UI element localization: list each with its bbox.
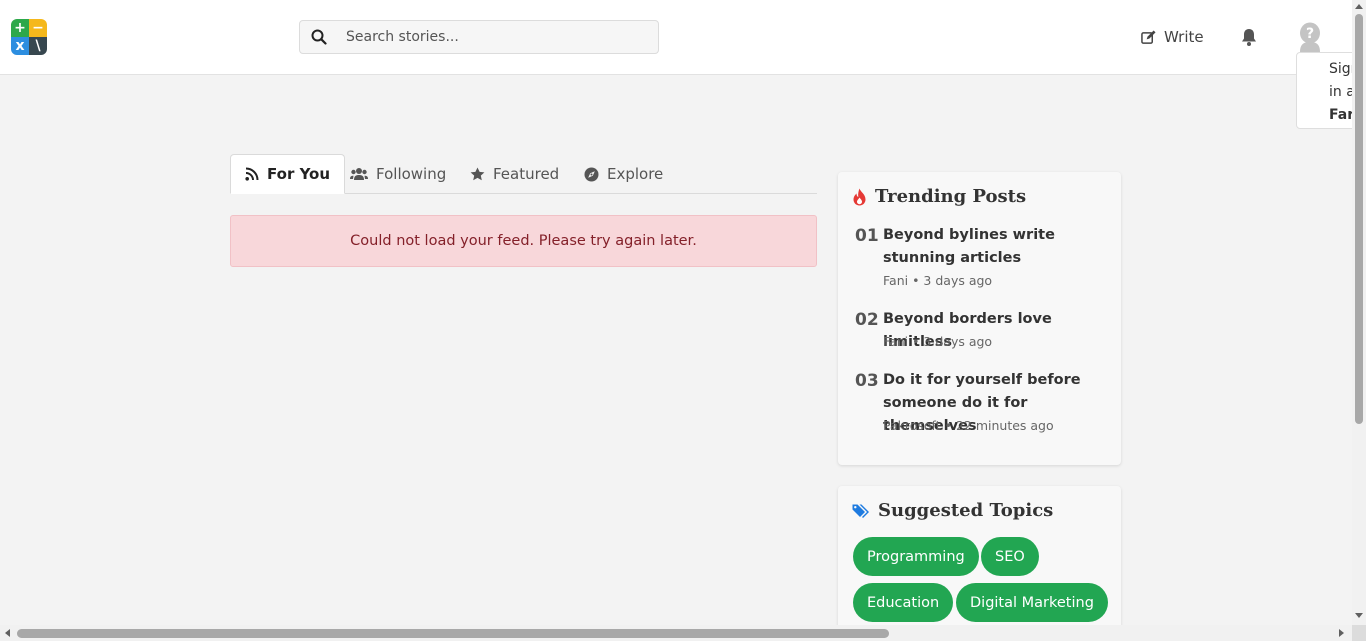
tab-label: For You <box>267 165 331 183</box>
topic-chip-programming[interactable]: Programming <box>853 537 979 576</box>
scroll-left-arrow[interactable] <box>5 629 10 637</box>
scroll-up-arrow[interactable] <box>1355 4 1363 9</box>
tab-label: Featured <box>493 165 560 183</box>
search-input[interactable] <box>346 21 646 53</box>
bell-icon[interactable] <box>1239 27 1259 47</box>
users-icon <box>350 168 368 180</box>
topics-title: Suggested Topics <box>878 500 1054 521</box>
suggested-topics-card: Suggested Topics Programming SEO Educati… <box>838 486 1121 641</box>
scrollbar-corner <box>1352 625 1366 641</box>
horizontal-scrollbar[interactable] <box>0 625 1352 641</box>
topics-header: Suggested Topics <box>852 500 1053 521</box>
search-box[interactable] <box>299 20 659 54</box>
trending-post-meta: Fani • 3 days ago <box>883 334 993 349</box>
write-button[interactable]: Write <box>1141 26 1204 48</box>
tab-label: Following <box>376 165 447 183</box>
trending-item[interactable]: 01 Beyond bylines write stunning article… <box>855 224 1115 294</box>
write-label: Write <box>1164 28 1204 46</box>
logo-times: x <box>11 37 29 55</box>
top-header: + − x \ Write ? <box>0 0 1352 75</box>
feed-tabs: For You Following Featured Explore <box>230 154 817 194</box>
logo-plus: + <box>11 19 29 37</box>
trending-posts-card: Trending Posts 01 Beyond bylines write s… <box>838 172 1121 465</box>
star-icon <box>470 167 485 181</box>
trending-rank: 02 <box>855 310 879 330</box>
horizontal-scroll-thumb[interactable] <box>17 629 889 638</box>
topic-chip-digital-marketing[interactable]: Digital Marketing <box>956 583 1108 622</box>
trending-header: Trending Posts <box>852 186 1026 207</box>
scroll-right-arrow[interactable] <box>1339 629 1344 637</box>
feed-error-alert: Could not load your feed. Please try aga… <box>230 215 817 267</box>
tab-explore[interactable]: Explore <box>584 154 663 194</box>
fire-icon <box>853 188 866 205</box>
logo-minus: − <box>29 19 47 37</box>
trending-post-meta: Pakrosoft • 22 minutes ago <box>883 418 1054 433</box>
trending-post-title[interactable]: Beyond bylines write stunning articles <box>883 224 1113 270</box>
question-avatar-icon[interactable]: ? <box>1297 22 1323 52</box>
compass-icon <box>584 167 599 181</box>
search-icon <box>311 29 327 45</box>
trending-title: Trending Posts <box>875 186 1027 207</box>
app-logo[interactable]: + − x \ <box>11 19 47 55</box>
trending-rank: 01 <box>855 226 879 246</box>
tags-icon <box>852 504 869 518</box>
logo-divide: \ <box>29 37 47 55</box>
trending-item[interactable]: 02 Beyond borders love limitless Fani • … <box>855 308 1115 350</box>
svg-text:?: ? <box>1306 26 1314 42</box>
signin-line-3: Far <box>1329 107 1355 123</box>
trending-item[interactable]: 03 Do it for yourself before someone do … <box>855 369 1115 439</box>
tab-featured[interactable]: Featured <box>470 154 559 194</box>
error-message: Could not load your feed. Please try aga… <box>350 233 697 249</box>
tab-following[interactable]: Following <box>350 154 446 194</box>
tab-label: Explore <box>607 165 664 183</box>
vertical-scrollbar[interactable] <box>1352 0 1366 625</box>
rss-icon <box>245 167 259 181</box>
trending-post-meta: Fani • 3 days ago <box>883 273 993 288</box>
topic-chip-seo[interactable]: SEO <box>981 537 1039 576</box>
topic-chip-education[interactable]: Education <box>853 583 954 622</box>
tab-for-you[interactable]: For You <box>230 154 346 194</box>
scroll-down-arrow[interactable] <box>1355 613 1363 618</box>
trending-rank: 03 <box>855 371 879 391</box>
edit-icon <box>1141 29 1156 44</box>
signin-line-2: in a <box>1329 84 1355 100</box>
vertical-scroll-thumb[interactable] <box>1355 14 1363 424</box>
